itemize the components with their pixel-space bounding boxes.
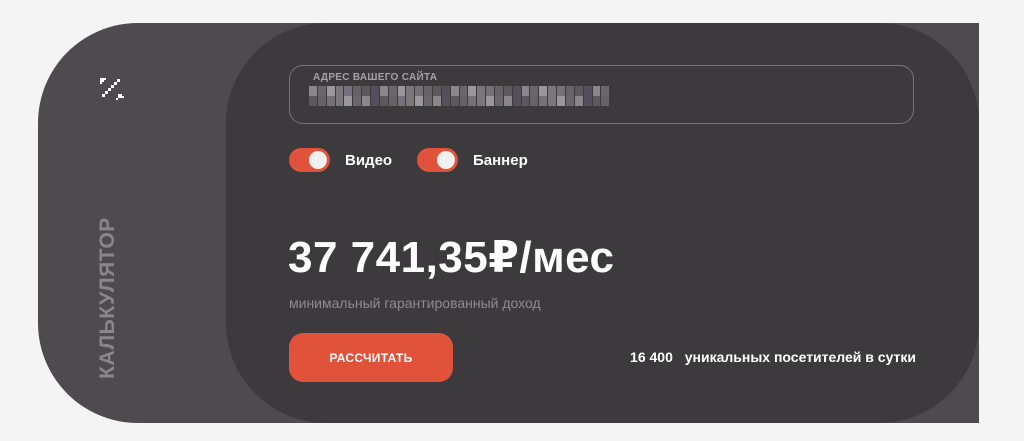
income-caption: минимальный гарантированный доход (289, 295, 541, 311)
toggle-video[interactable]: Видео (289, 148, 392, 172)
banner-switch[interactable] (417, 148, 458, 172)
banner-label: Баннер (473, 151, 528, 169)
calculator-sidebar: КАЛЬКУЛЯТОР (38, 23, 228, 423)
video-switch[interactable] (289, 148, 330, 172)
income-amount: 37 741,35₽/мес (288, 233, 615, 282)
percent-icon (100, 78, 124, 100)
switch-knob (309, 151, 327, 169)
site-address-label: АДРЕС ВАШЕГО САЙТА (313, 72, 438, 83)
switch-knob (437, 151, 455, 169)
calculate-button[interactable]: РАССЧИТАТЬ (289, 333, 453, 382)
calculator-title: КАЛЬКУЛЯТОР (96, 217, 119, 379)
site-address-field[interactable]: АДРЕС ВАШЕГО САЙТА (289, 65, 914, 124)
video-label: Видео (345, 151, 393, 169)
calculator-panel: АДРЕС ВАШЕГО САЙТА Видео Баннер 37 741,3… (226, 23, 979, 423)
site-address-input[interactable] (308, 84, 628, 108)
visitors-text: уникальных посетителей в сутки (684, 349, 916, 365)
visitors-count: 16 400 (630, 349, 673, 365)
toggle-banner[interactable]: Баннер (417, 148, 528, 172)
visitors-info: 16 400 уникальных посетителей в сутки (630, 349, 916, 365)
